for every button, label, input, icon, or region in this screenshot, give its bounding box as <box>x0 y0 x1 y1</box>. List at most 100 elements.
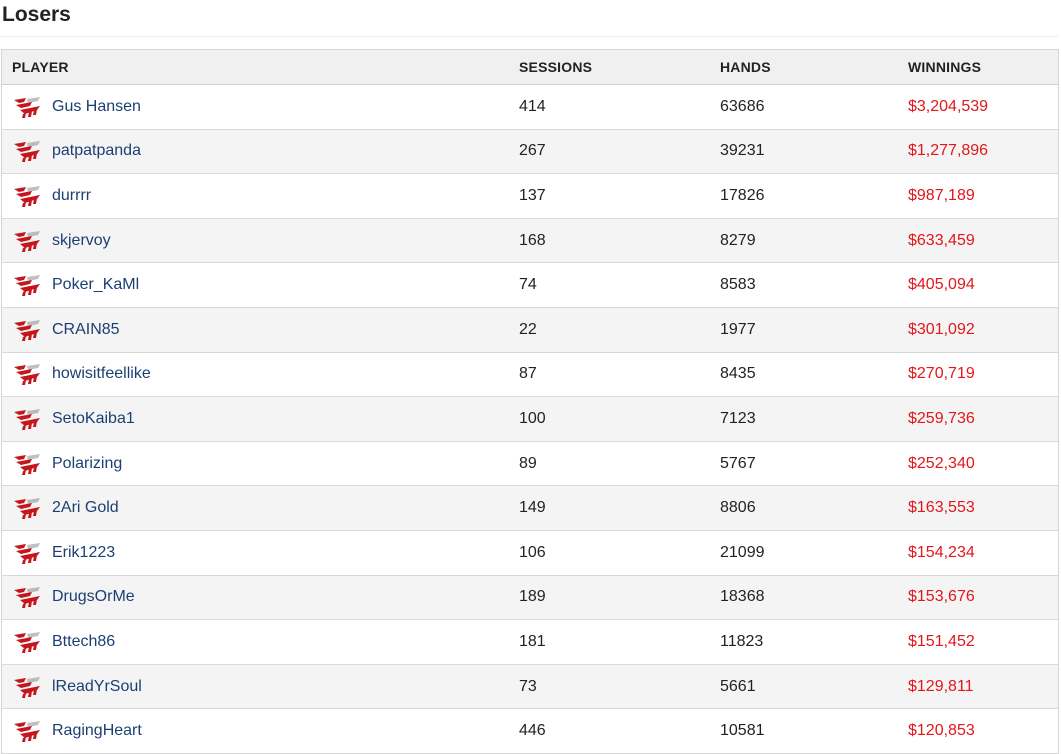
table-row: Poker_KaMl 74 8583 $405,094 <box>2 263 1058 308</box>
table-header-row: PLAYER SESSIONS HANDS WINNINGS <box>2 50 1058 85</box>
full-tilt-poker-logo-icon <box>14 542 40 564</box>
player-cell: patpatpanda <box>12 130 141 174</box>
table-row: 2Ari Gold 149 8806 $163,553 <box>2 486 1058 531</box>
player-cell: durrrr <box>12 174 91 218</box>
winnings-cell: $153,676 <box>908 588 975 606</box>
sessions-cell: 74 <box>519 276 537 294</box>
losers-table: PLAYER SESSIONS HANDS WINNINGS Gus Hanse… <box>1 49 1059 754</box>
player-name-link[interactable]: howisitfeellike <box>52 365 151 383</box>
player-cell: RagingHeart <box>12 709 142 753</box>
table-row: CRAIN85 22 1977 $301,092 <box>2 307 1058 353</box>
winnings-cell: $633,459 <box>908 231 975 249</box>
full-tilt-poker-logo-icon <box>14 587 40 609</box>
player-cell: Gus Hansen <box>12 85 141 129</box>
hands-cell: 1977 <box>720 320 756 338</box>
full-tilt-poker-logo-icon <box>14 185 40 207</box>
winnings-cell: $151,452 <box>908 632 975 650</box>
table-row: skjervoy 168 8279 $633,459 <box>2 218 1058 264</box>
table-row: durrrr 137 17826 $987,189 <box>2 174 1058 219</box>
player-cell: howisitfeellike <box>12 353 151 397</box>
sessions-cell: 149 <box>519 499 546 517</box>
full-tilt-poker-logo-icon <box>14 453 40 475</box>
full-tilt-poker-logo-icon <box>14 141 40 163</box>
column-header-player[interactable]: PLAYER <box>12 50 69 84</box>
sessions-cell: 189 <box>519 588 546 606</box>
full-tilt-poker-logo-icon <box>14 721 40 743</box>
full-tilt-poker-logo-icon <box>14 408 40 430</box>
player-cell: CRAIN85 <box>12 308 120 352</box>
winnings-cell: $1,277,896 <box>908 142 989 160</box>
winnings-cell: $270,719 <box>908 365 975 383</box>
hands-cell: 8279 <box>720 231 756 249</box>
player-name-link[interactable]: RagingHeart <box>52 722 142 740</box>
full-tilt-poker-logo-icon <box>14 631 40 653</box>
full-tilt-poker-logo-icon <box>14 319 40 341</box>
player-name-link[interactable]: durrrr <box>52 187 91 205</box>
hands-cell: 11823 <box>720 632 764 650</box>
column-header-sessions[interactable]: SESSIONS <box>519 50 592 84</box>
player-name-link[interactable]: Gus Hansen <box>52 98 141 116</box>
player-name-link[interactable]: Polarizing <box>52 455 122 473</box>
full-tilt-poker-logo-icon <box>14 275 40 297</box>
winnings-cell: $129,811 <box>908 677 974 695</box>
table-row: patpatpanda 267 39231 $1,277,896 <box>2 129 1058 175</box>
table-row: Gus Hansen 414 63686 $3,204,539 <box>2 85 1058 130</box>
player-name-link[interactable]: Poker_KaMl <box>52 276 139 294</box>
table-row: DrugsOrMe 189 18368 $153,676 <box>2 575 1058 621</box>
hands-cell: 63686 <box>720 97 765 115</box>
hands-cell: 8435 <box>720 365 756 383</box>
full-tilt-poker-logo-icon <box>14 364 40 386</box>
sessions-cell: 89 <box>519 454 537 472</box>
player-name-link[interactable]: DrugsOrMe <box>52 588 135 606</box>
sessions-cell: 87 <box>519 365 537 383</box>
player-name-link[interactable]: Bttech86 <box>52 633 115 651</box>
player-name-link[interactable]: skjervoy <box>52 232 111 250</box>
winnings-cell: $252,340 <box>908 454 975 472</box>
table-row: Polarizing 89 5767 $252,340 <box>2 441 1058 487</box>
player-name-link[interactable]: SetoKaiba1 <box>52 410 135 428</box>
full-tilt-poker-logo-icon <box>14 230 40 252</box>
player-cell: lReadYrSoul <box>12 665 142 709</box>
hands-cell: 8583 <box>720 276 756 294</box>
sessions-cell: 414 <box>519 97 546 115</box>
player-cell: Erik1223 <box>12 531 115 575</box>
winnings-cell: $301,092 <box>908 320 975 338</box>
table-body: Gus Hansen 414 63686 $3,204,539 patpatpa… <box>2 85 1058 754</box>
table-row: howisitfeellike 87 8435 $270,719 <box>2 352 1058 398</box>
sessions-cell: 73 <box>519 677 537 695</box>
sessions-cell: 137 <box>519 186 546 204</box>
player-cell: skjervoy <box>12 219 111 263</box>
winnings-cell: $405,094 <box>908 276 975 294</box>
sessions-cell: 168 <box>519 231 546 249</box>
hands-cell: 5767 <box>720 454 756 472</box>
player-name-link[interactable]: 2Ari Gold <box>52 499 119 517</box>
player-cell: 2Ari Gold <box>12 486 119 530</box>
winnings-cell: $987,189 <box>908 186 975 204</box>
table-row: Erik1223 106 21099 $154,234 <box>2 530 1058 576</box>
hands-cell: 8806 <box>720 499 756 517</box>
player-name-link[interactable]: patpatpanda <box>52 142 141 160</box>
sessions-cell: 181 <box>519 632 546 650</box>
hands-cell: 39231 <box>720 142 765 160</box>
hands-cell: 5661 <box>720 677 756 695</box>
player-cell: DrugsOrMe <box>12 576 135 620</box>
title-divider <box>0 36 1058 37</box>
page-title: Losers <box>2 3 71 26</box>
table-row: RagingHeart 446 10581 $120,853 <box>2 709 1058 754</box>
player-name-link[interactable]: lReadYrSoul <box>52 678 142 696</box>
full-tilt-poker-logo-icon <box>14 676 40 698</box>
sessions-cell: 267 <box>519 142 546 160</box>
sessions-cell: 106 <box>519 543 546 561</box>
column-header-hands[interactable]: HANDS <box>720 50 771 84</box>
table-row: Bttech86 181 11823 $151,452 <box>2 620 1058 665</box>
player-name-link[interactable]: Erik1223 <box>52 544 115 562</box>
winnings-cell: $120,853 <box>908 722 975 740</box>
player-cell: Bttech86 <box>12 620 115 664</box>
player-name-link[interactable]: CRAIN85 <box>52 321 120 339</box>
table-row: lReadYrSoul 73 5661 $129,811 <box>2 664 1058 710</box>
winnings-cell: $259,736 <box>908 409 975 427</box>
full-tilt-poker-logo-icon <box>14 498 40 520</box>
column-header-winnings[interactable]: WINNINGS <box>908 50 981 84</box>
full-tilt-poker-logo-icon <box>14 96 40 118</box>
sessions-cell: 446 <box>519 722 546 740</box>
